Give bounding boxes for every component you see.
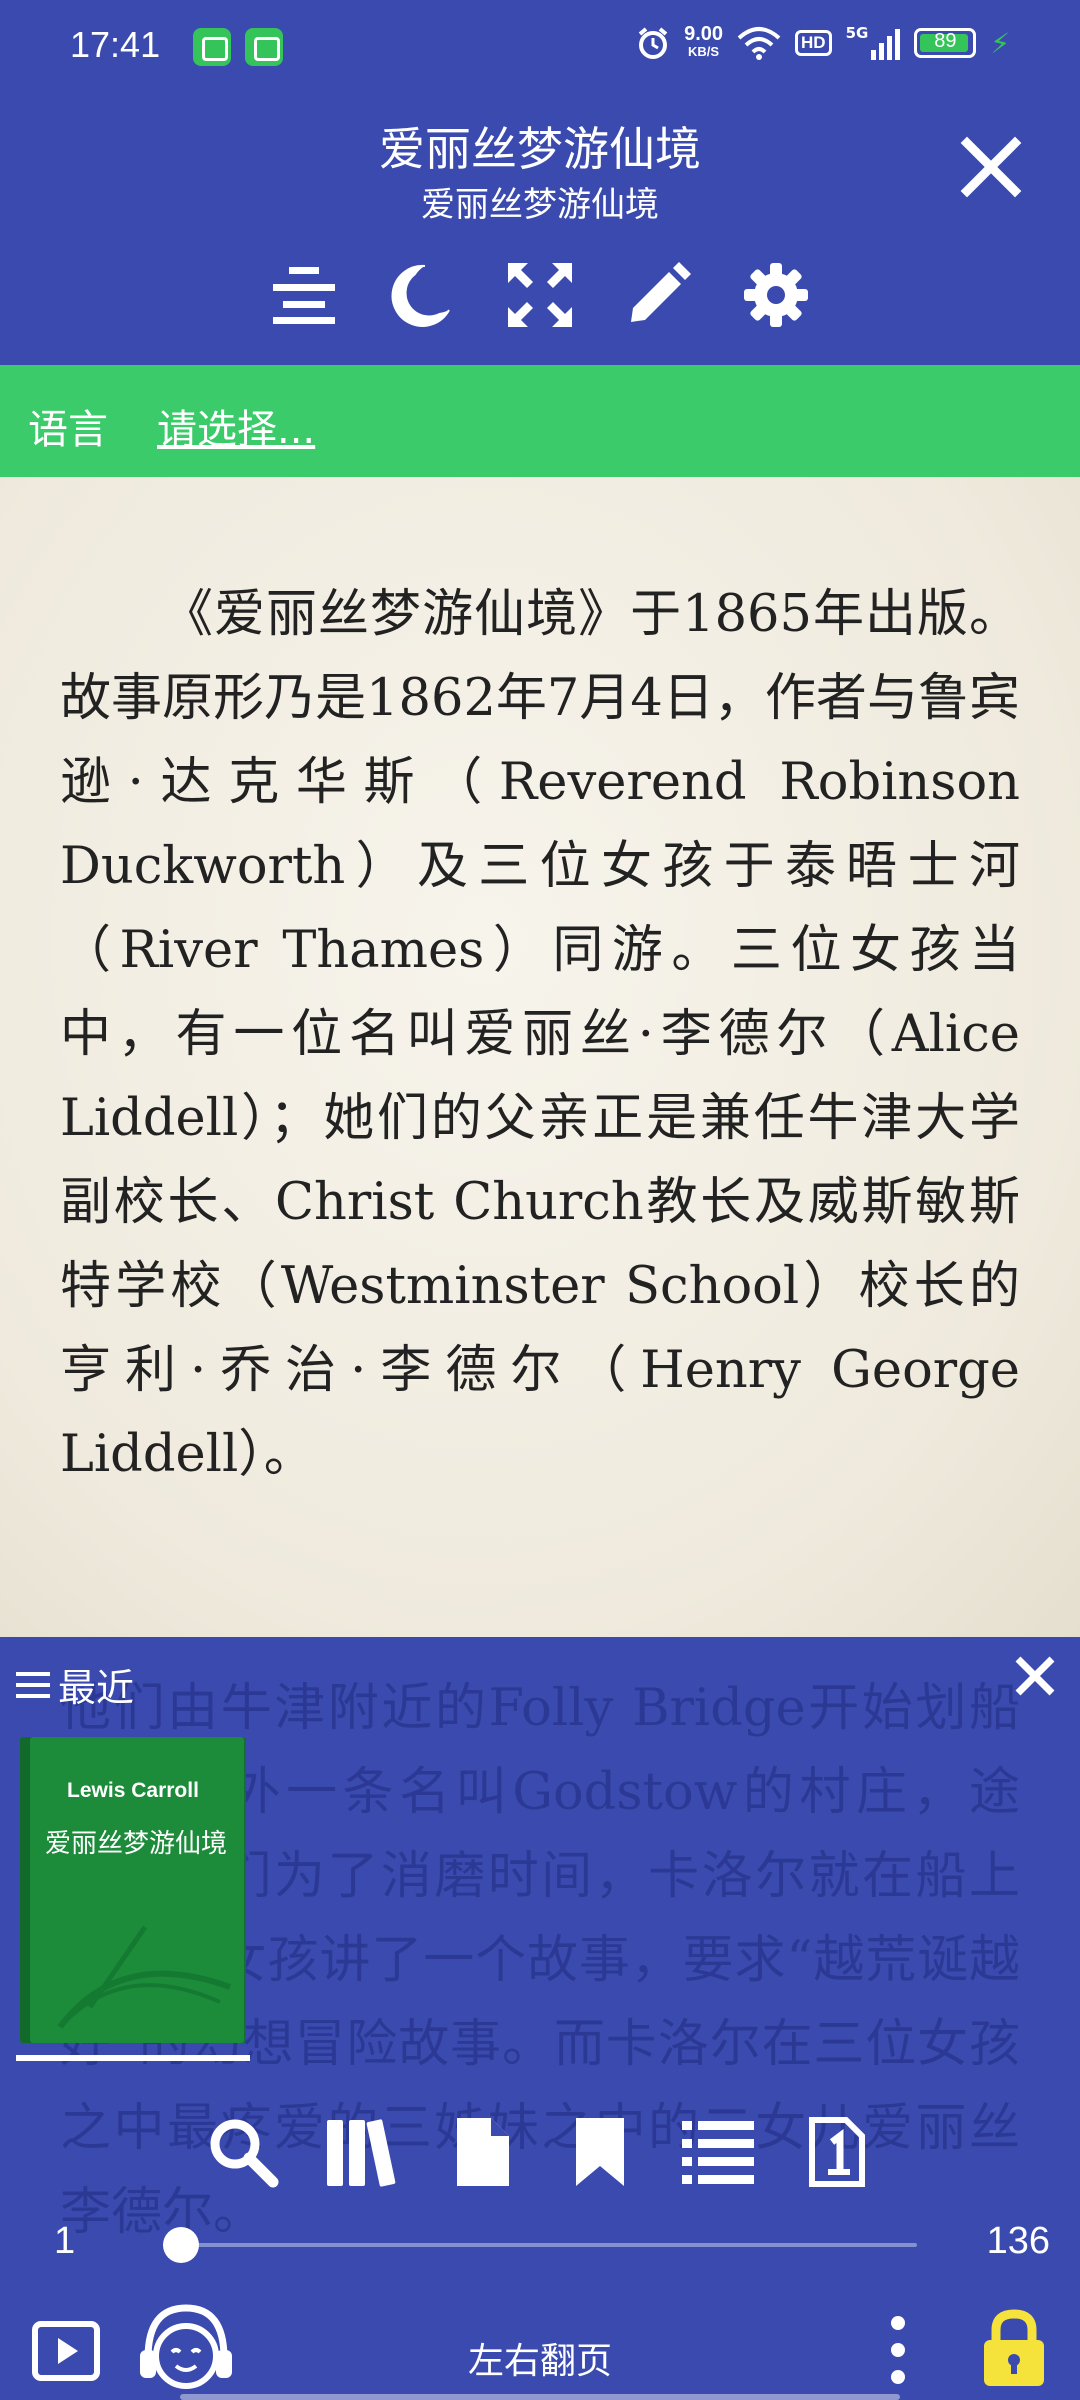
alarm-icon [638, 27, 668, 59]
wifi-icon [737, 27, 781, 60]
list-icon [682, 2121, 754, 2184]
language-label: 语言 [28, 407, 108, 453]
status-time: 17:41 [70, 24, 161, 65]
network-speed: 9.00 KB/S [684, 23, 724, 59]
book-paragraph: 《爱丽丝梦游仙境》于1865年出版。故事原形乃是1862年7月4日，作者与鲁宾逊… [60, 585, 1020, 1484]
status-bar: 17:41 9.00 KB/S HD 5G 89 ⚡ [0, 0, 1080, 95]
charging-icon: ⚡ [990, 26, 1010, 60]
language-bar: 语言 请选择... [0, 365, 1080, 477]
status-indicators: 9.00 KB/S HD 5G 89 ⚡ [636, 23, 1010, 61]
menu-icon [16, 1671, 50, 1698]
cellular-signal-icon: 5G [846, 26, 901, 60]
battery-app-icon [245, 28, 283, 66]
toc-button[interactable] [678, 2107, 758, 2197]
hd-badge: HD [795, 30, 832, 56]
library-button[interactable] [325, 2107, 405, 2197]
lock-icon [984, 2309, 1044, 2386]
annotate-button[interactable] [618, 255, 698, 335]
more-vertical-icon [891, 2316, 905, 2384]
goto-page-button[interactable] [796, 2107, 876, 2197]
book-cover[interactable]: Lewis Carroll 爱丽丝梦游仙境 [20, 1737, 246, 2043]
bookmark-icon [576, 2118, 624, 2186]
message-app-icon [193, 28, 231, 66]
lock-button[interactable] [978, 2306, 1050, 2390]
gear-icon [744, 263, 808, 327]
file-icon [457, 2118, 509, 2186]
bottom-panel: 他们由牛津附近的Folly Bridge开始划船到五哩外一条名叫Godstow的… [0, 1637, 1080, 2400]
more-button[interactable] [868, 2310, 928, 2390]
text-align-button[interactable] [264, 255, 344, 335]
language-select[interactable]: 请选择... [157, 397, 315, 455]
close-icon[interactable] [957, 133, 1025, 201]
battery-indicator: 89 [914, 28, 977, 58]
library-icon [327, 2119, 396, 2187]
reader-toolbar [0, 255, 1080, 335]
book-cover-title: 爱丽丝梦游仙境 [44, 1829, 227, 1859]
page-slider-thumb[interactable] [163, 2227, 199, 2263]
search-icon [210, 2119, 279, 2188]
page-end: 136 [986, 2220, 1050, 2262]
close-panel-icon[interactable] [1010, 1651, 1060, 1701]
settings-button[interactable] [736, 255, 816, 335]
search-button[interactable] [203, 2107, 283, 2197]
night-mode-button[interactable] [380, 255, 460, 335]
book-title: 爱丽丝梦游仙境 [379, 122, 701, 176]
fullscreen-icon [508, 263, 572, 327]
selected-book-indicator [16, 2055, 250, 2061]
page-number-icon [809, 2117, 865, 2187]
reading-page[interactable]: 《爱丽丝梦游仙境》于1865年出版。故事原形乃是1862年7月4日，作者与鲁宾逊… [0, 477, 1080, 1637]
bookmark-button[interactable] [560, 2107, 640, 2197]
page-slider-track[interactable] [165, 2243, 917, 2247]
chapter-title: 爱丽丝梦游仙境 [421, 185, 659, 225]
moon-icon [391, 264, 450, 327]
home-indicator [180, 2394, 900, 2400]
action-toolbar [0, 2107, 1080, 2197]
bottom-bar: 左右翻页 [0, 2292, 1080, 2400]
reader-header: 爱丽丝梦游仙境 爱丽丝梦游仙境 [0, 95, 1080, 365]
recent-header[interactable]: 最近 [16, 1657, 134, 1712]
cover-decoration-icon [57, 1925, 232, 2029]
fullscreen-button[interactable] [500, 255, 580, 335]
align-center-icon [273, 267, 335, 324]
recent-label: 最近 [58, 1666, 135, 1710]
book-author: Lewis Carroll [67, 1779, 199, 1802]
pencil-icon [631, 262, 691, 322]
file-button[interactable] [443, 2107, 523, 2197]
page-start: 1 [54, 2220, 76, 2262]
